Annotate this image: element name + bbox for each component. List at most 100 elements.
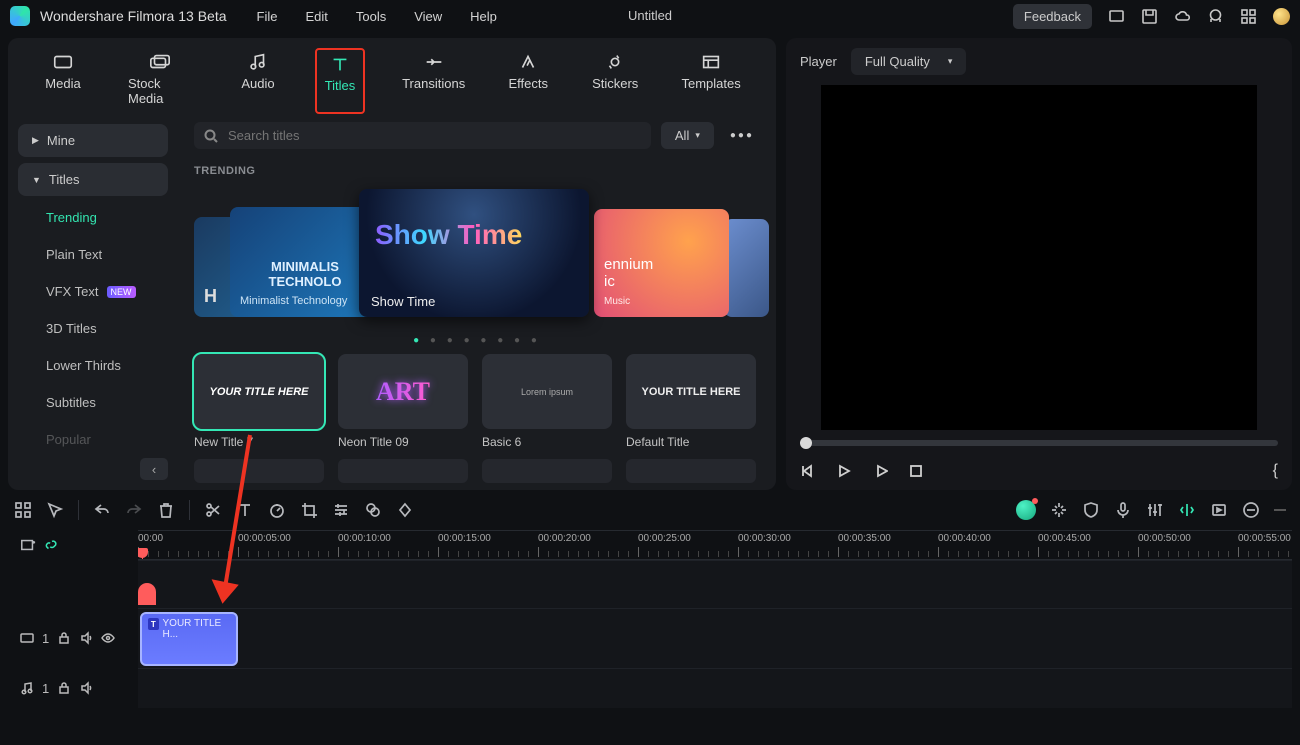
zoom-out-icon[interactable]	[1242, 501, 1260, 519]
text-icon[interactable]	[236, 501, 254, 519]
ruler-tick: 00:00:50:00	[1138, 533, 1191, 544]
sidebar-subtitles[interactable]: Subtitles	[18, 387, 168, 418]
tab-stock[interactable]: Stock Media	[120, 48, 201, 114]
tab-stickers[interactable]: Stickers	[586, 48, 644, 114]
cloud-icon[interactable]	[1174, 8, 1191, 25]
title-clip[interactable]: T YOUR TITLE H...	[140, 612, 238, 666]
play-icon[interactable]	[836, 463, 852, 479]
track-spacer[interactable]	[138, 560, 1292, 608]
undo-icon[interactable]	[93, 501, 111, 519]
marker-icon[interactable]	[1178, 501, 1196, 519]
prev-frame-icon[interactable]	[800, 463, 816, 479]
preview-viewport[interactable]	[821, 85, 1256, 430]
color-icon[interactable]	[364, 501, 382, 519]
mark-in-icon[interactable]: {	[1273, 462, 1278, 480]
seek-handle[interactable]	[800, 437, 812, 449]
search-input[interactable]	[228, 128, 641, 143]
next-frame-icon[interactable]	[872, 463, 888, 479]
ruler-tick: 00:00:25:00	[638, 533, 691, 544]
shield-icon[interactable]	[1082, 501, 1100, 519]
render-icon[interactable]	[1210, 501, 1228, 519]
redo-icon[interactable]	[125, 501, 143, 519]
ai-button[interactable]	[1016, 500, 1036, 520]
screen-icon[interactable]	[1108, 8, 1125, 25]
keyframe-icon[interactable]	[396, 501, 414, 519]
delete-icon[interactable]	[157, 501, 175, 519]
video-track-lane[interactable]: T YOUR TITLE H...	[138, 608, 1292, 668]
sidebar-titles[interactable]: ▼Titles	[18, 163, 168, 196]
carousel-card-5[interactable]	[724, 219, 769, 317]
tab-transitions[interactable]: Transitions	[397, 48, 470, 114]
carousel-dots[interactable]: ● ● ● ● ● ● ● ●	[188, 335, 766, 346]
apps-icon[interactable]	[1240, 8, 1257, 25]
save-icon[interactable]	[1141, 8, 1158, 25]
t3-txt: Lorem ipsum	[521, 387, 573, 397]
c4-line1: ennium	[604, 256, 719, 273]
more-button[interactable]: ●●●	[724, 124, 760, 147]
playhead[interactable]	[142, 551, 143, 560]
search-box[interactable]	[194, 122, 651, 149]
sidebar-popular[interactable]: Popular	[18, 424, 168, 455]
sidebar-vfxtext[interactable]: VFX TextNEW	[18, 276, 168, 307]
title-placeholder[interactable]	[482, 459, 612, 483]
sidebar-plaintext[interactable]: Plain Text	[18, 239, 168, 270]
sidebar-collapse[interactable]: ‹	[140, 458, 168, 480]
title-card-2[interactable]: ART Neon Title 09	[338, 354, 468, 449]
carousel-card-featured[interactable]: Show Time Show Time	[359, 189, 589, 317]
mixer-icon[interactable]	[1146, 501, 1164, 519]
tab-audio[interactable]: Audio	[233, 48, 283, 114]
grid-icon[interactable]	[14, 501, 32, 519]
support-icon[interactable]	[1207, 8, 1224, 25]
menu-edit[interactable]: Edit	[305, 9, 327, 24]
title-card-4[interactable]: YOUR TITLE HERE Default Title	[626, 354, 756, 449]
title-placeholder[interactable]	[626, 459, 756, 483]
eye-icon[interactable]	[101, 631, 115, 645]
link-icon[interactable]	[44, 537, 60, 553]
seek-bar[interactable]	[800, 440, 1278, 446]
cursor-icon[interactable]	[46, 501, 64, 519]
sidebar-lowerthirds[interactable]: Lower Thirds	[18, 350, 168, 381]
carousel-card-2[interactable]: MINIMALIS TECHNOLO Minimalist Technology	[230, 207, 380, 317]
tab-templates[interactable]: Templates	[676, 48, 746, 114]
title-card-3[interactable]: Lorem ipsum Basic 6	[482, 354, 612, 449]
mute-icon[interactable]	[79, 681, 93, 695]
audio-track-lane[interactable]	[138, 668, 1292, 708]
sidebar-mine[interactable]: ▶Mine	[18, 124, 168, 157]
title-thumb-1: YOUR TITLE HERE	[194, 354, 324, 429]
mute-icon[interactable]	[79, 631, 93, 645]
c3-cap: Show Time	[371, 294, 435, 309]
title-card-1[interactable]: YOUR TITLE HERE New Title 7	[194, 354, 324, 449]
sparkle-icon[interactable]	[1050, 501, 1068, 519]
mic-icon[interactable]	[1114, 501, 1132, 519]
zoom-slider[interactable]	[1274, 509, 1286, 511]
filter-dropdown[interactable]: All▾	[661, 122, 714, 149]
quality-dropdown[interactable]: Full Quality▾	[851, 48, 967, 75]
title-placeholder[interactable]	[338, 459, 468, 483]
menu-file[interactable]: File	[257, 9, 278, 24]
project-title[interactable]: Untitled	[628, 8, 672, 23]
tab-effects[interactable]: Effects	[502, 48, 554, 114]
title-placeholder[interactable]	[194, 459, 324, 483]
sidebar-trending[interactable]: Trending	[18, 202, 168, 233]
tab-media[interactable]: Media	[38, 48, 88, 114]
carousel-card-4[interactable]: ennium ic Music	[594, 209, 729, 317]
feedback-button[interactable]: Feedback	[1013, 4, 1092, 29]
crop-icon[interactable]	[300, 501, 318, 519]
sidebar-3dtitles[interactable]: 3D Titles	[18, 313, 168, 344]
tab-titles[interactable]: Titles	[315, 48, 365, 114]
split-icon[interactable]	[204, 501, 222, 519]
lock-icon[interactable]	[57, 631, 71, 645]
menu-view[interactable]: View	[414, 9, 442, 24]
user-avatar[interactable]	[1273, 8, 1290, 25]
timeline-ruler[interactable]: 00:0000:00:05:0000:00:10:0000:00:15:0000…	[138, 530, 1292, 560]
menu-tools[interactable]: Tools	[356, 9, 386, 24]
clip-handle[interactable]	[138, 583, 156, 605]
stop-icon[interactable]	[908, 463, 924, 479]
add-track-icon[interactable]	[20, 537, 36, 553]
speed-icon[interactable]	[268, 501, 286, 519]
lock-icon[interactable]	[57, 681, 71, 695]
menu-help[interactable]: Help	[470, 9, 497, 24]
chevron-down-icon: ▾	[695, 130, 700, 141]
tab-templates-label: Templates	[681, 76, 740, 91]
adjust-icon[interactable]	[332, 501, 350, 519]
